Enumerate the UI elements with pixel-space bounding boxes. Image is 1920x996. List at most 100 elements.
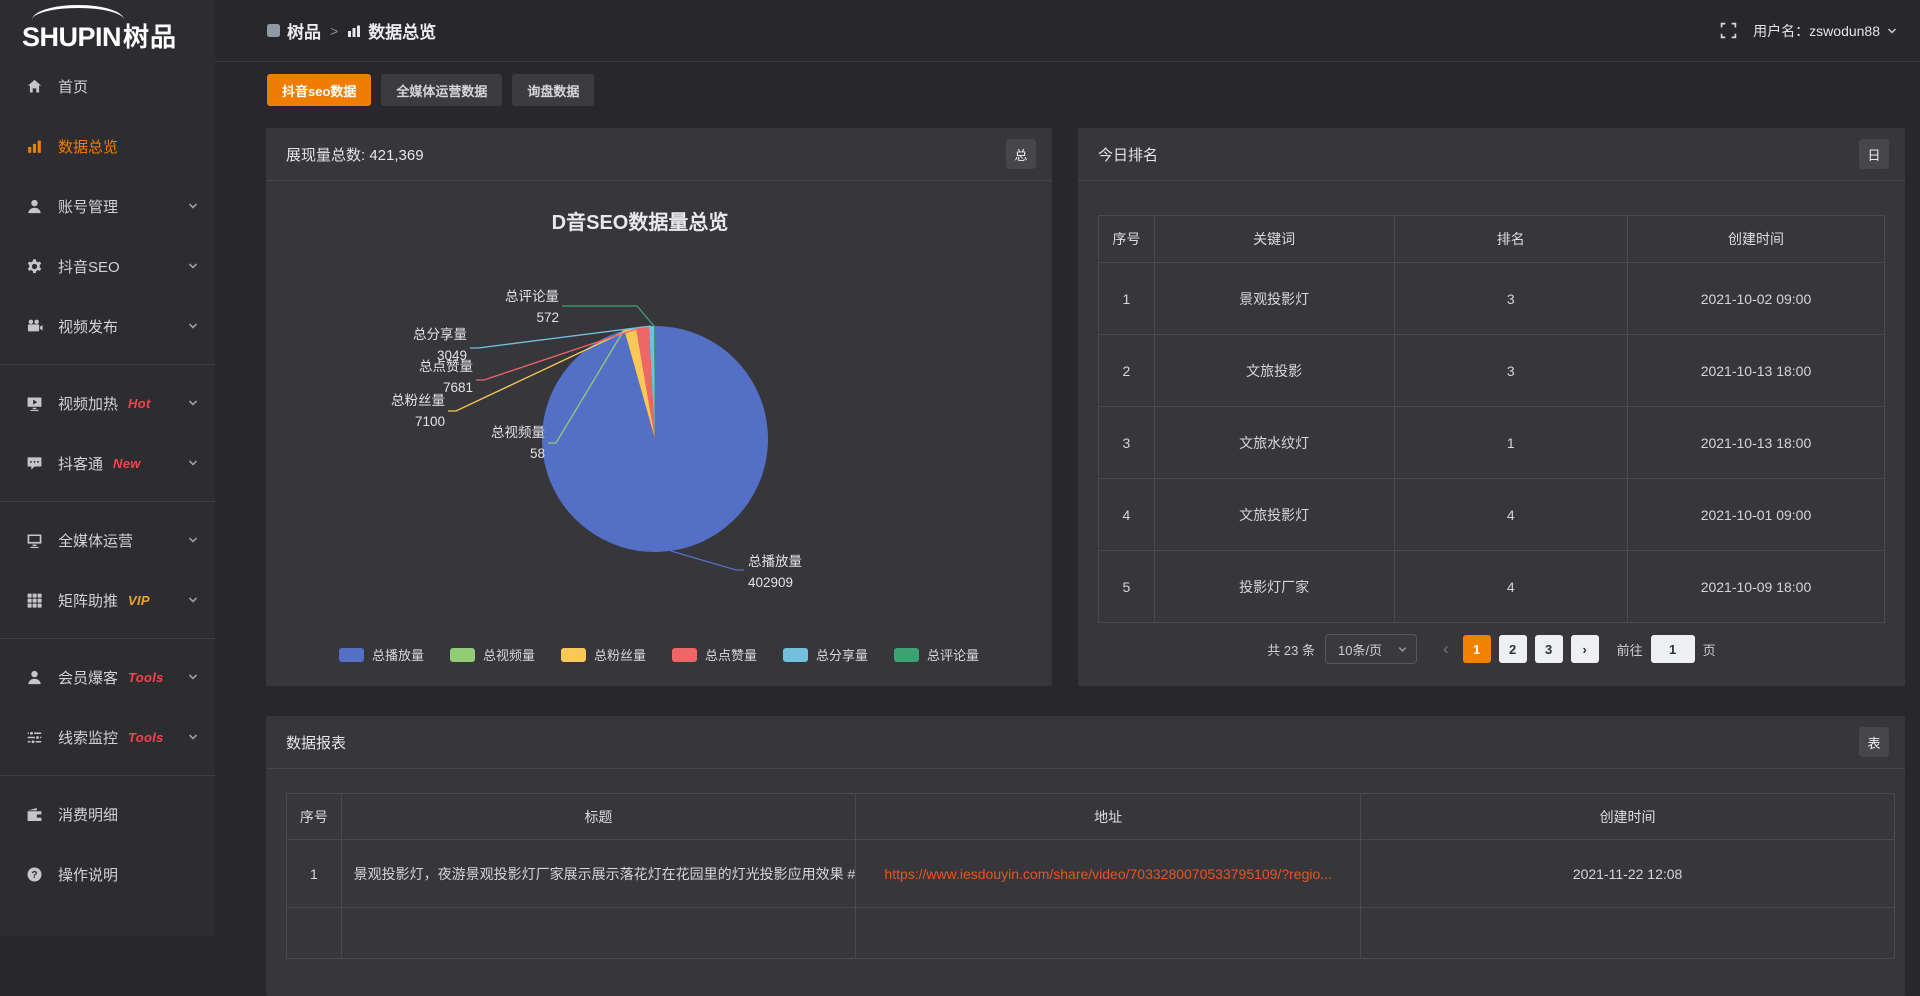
legend-label: 总播放量: [372, 645, 424, 664]
panel-data-report: 数据报表 表 序号标题地址创建时间 1景观投影灯，夜游景观投影灯厂家展示展示落花…: [266, 716, 1905, 996]
legend-swatch: [672, 648, 697, 662]
table-cell: 文旅投影: [1154, 335, 1394, 407]
chevron-down-icon: [187, 534, 199, 546]
pie-label-line: [671, 551, 744, 570]
sidebar-item-operation-guide[interactable]: ?操作说明: [0, 844, 215, 904]
sidebar-item-video-publish[interactable]: 视频发布: [0, 296, 215, 356]
chart-label: 总粉丝量: [391, 393, 445, 408]
chart-label: 572: [536, 310, 559, 325]
table-cell: 景观投影灯: [1154, 263, 1394, 335]
chart-label: 3049: [437, 348, 467, 363]
svg-text:?: ?: [31, 869, 37, 880]
table-row: 3文旅水纹灯12021-10-13 18:00: [1099, 407, 1885, 479]
table-row: 1景观投影灯，夜游景观投影灯厂家展示展示落花灯在花园里的灯光投影应用效果 #ht…: [287, 840, 1895, 908]
breadcrumb-root-label: 树品: [287, 18, 321, 43]
legend-item-总视频量[interactable]: 总视频量: [450, 645, 535, 664]
legend-item-总分享量[interactable]: 总分享量: [783, 645, 868, 664]
next-page-button[interactable]: ›: [1571, 635, 1599, 663]
logo-text-en: SHUPIN: [22, 22, 121, 52]
report-index-cell: 1: [287, 840, 342, 908]
ranking-title: 今日排名: [1098, 144, 1158, 165]
sidebar-item-account-management[interactable]: 账号管理: [0, 176, 215, 236]
sidebar-item-label: 线索监控: [58, 727, 118, 748]
page-button-1[interactable]: 1: [1463, 635, 1491, 663]
tab-omnimedia-data[interactable]: 全媒体运营数据: [381, 74, 502, 106]
table-badge-button[interactable]: 表: [1859, 727, 1889, 757]
sidebar-item-badge: Tools: [128, 730, 164, 745]
sidebar-item-douketong[interactable]: 抖客通New: [0, 433, 215, 493]
legend-item-总粉丝量[interactable]: 总粉丝量: [561, 645, 646, 664]
sidebar-item-badge: Tools: [128, 670, 164, 685]
legend-item-总点赞量[interactable]: 总点赞量: [672, 645, 757, 664]
report-column-header: 地址: [856, 794, 1361, 840]
legend-item-总评论量[interactable]: 总评论量: [894, 645, 979, 664]
sidebar-item-member-baoke[interactable]: 会员爆客Tools: [0, 647, 215, 707]
page-button-3[interactable]: 3: [1535, 635, 1563, 663]
goto-suffix: 页: [1703, 640, 1716, 659]
data-tabs: 抖音seo数据全媒体运营数据询盘数据: [267, 74, 594, 106]
legend-item-总播放量[interactable]: 总播放量: [339, 645, 424, 664]
user-label: 用户名：zswodun88: [1753, 21, 1880, 41]
breadcrumb-root[interactable]: 树品: [267, 18, 321, 43]
day-badge-button[interactable]: 日: [1859, 139, 1889, 169]
breadcrumb-current-label: 数据总览: [368, 18, 436, 43]
pagination: 共 23 条 10条/页 ‹ 123 › 前往 1 页: [1078, 634, 1905, 664]
report-url-link[interactable]: https://www.iesdouyin.com/share/video/70…: [884, 866, 1332, 882]
breadcrumb-current[interactable]: 数据总览: [347, 18, 436, 43]
table-row: 1景观投影灯32021-10-02 09:00: [1099, 263, 1885, 335]
chart-label: 7681: [443, 380, 473, 395]
fullscreen-icon[interactable]: [1720, 22, 1737, 39]
sidebar-item-video-heating[interactable]: 视频加热Hot: [0, 373, 215, 433]
chart-label: 总评论量: [505, 289, 559, 304]
chevron-down-icon: [1886, 25, 1898, 37]
sidebar-menu: 首页数据总览账号管理抖音SEO视频发布视频加热Hot抖客通New 全媒体运营矩阵助…: [0, 56, 215, 904]
sidebar-item-badge: Hot: [128, 396, 151, 411]
sidebar-item-clue-monitor[interactable]: 线索监控 Tools: [0, 707, 215, 767]
tab-douyin-seo-data[interactable]: 抖音seo数据: [267, 74, 371, 106]
sidebar-item-douyin-seo[interactable]: 抖音SEO: [0, 236, 215, 296]
report-column-header: 序号: [287, 794, 342, 840]
goto-page-input[interactable]: 1: [1651, 635, 1695, 663]
ranking-table-header-row: 序号关键词排名创建时间: [1099, 216, 1885, 263]
bar-chart-icon: [26, 138, 44, 155]
page-button-2[interactable]: 2: [1499, 635, 1527, 663]
ranking-panel-header: 今日排名 日: [1078, 128, 1905, 181]
chart-label: 总分享量: [413, 326, 467, 342]
table-cell: 1: [1394, 407, 1627, 479]
legend-swatch: [894, 648, 919, 662]
table-row: 4文旅投影灯42021-10-01 09:00: [1099, 479, 1885, 551]
goto-label: 前往: [1617, 640, 1643, 659]
bar-chart-icon: [347, 24, 361, 38]
sidebar-item-consumption-detail[interactable]: 消费明细: [0, 784, 215, 844]
sidebar: SHUPIN树品 首页数据总览账号管理抖音SEO视频发布视频加热Hot抖客通Ne…: [0, 0, 215, 936]
total-badge-button[interactable]: 总: [1006, 139, 1036, 169]
chart-label: 7100: [415, 414, 445, 429]
chevron-down-icon: [187, 594, 199, 606]
chevron-down-icon: [187, 397, 199, 409]
sidebar-item-data-overview[interactable]: 数据总览: [0, 116, 215, 176]
ranking-column-header: 排名: [1394, 216, 1627, 263]
chart-label: 58: [530, 446, 545, 461]
table-cell: 2: [1099, 335, 1155, 407]
sidebar-item-omni-media[interactable]: 全媒体运营: [0, 510, 215, 570]
app-logo[interactable]: SHUPIN树品: [0, 0, 215, 62]
logo-text: SHUPIN树品: [22, 17, 177, 54]
panel-impressions-chart: 展现量总数: 421,369 总 D音SEO数据量总览总播放量402909总视频…: [266, 128, 1052, 686]
legend-swatch: [783, 648, 808, 662]
sidebar-item-label: 账号管理: [58, 196, 118, 217]
panel-today-ranking: 今日排名 日 序号关键词排名创建时间 1景观投影灯32021-10-02 09:…: [1078, 128, 1905, 686]
chart-body: D音SEO数据量总览总播放量402909总视频量58总粉丝量7100总点赞量76…: [266, 181, 1052, 686]
gear-icon: [26, 258, 44, 275]
table-cell: 文旅投影灯: [1154, 479, 1394, 551]
chart-label: 总播放量: [748, 554, 802, 569]
tab-inquiry-data[interactable]: 询盘数据: [512, 74, 594, 106]
table-row: 5投影灯厂家42021-10-09 18:00: [1099, 551, 1885, 623]
sidebar-item-badge: New: [113, 456, 141, 471]
sidebar-item-home[interactable]: 首页: [0, 56, 215, 116]
chart-panel-header: 展现量总数: 421,369 总: [266, 128, 1052, 181]
page-size-select[interactable]: 10条/页: [1325, 634, 1417, 664]
prev-page-button[interactable]: ‹: [1433, 639, 1459, 659]
legend-label: 总评论量: [927, 645, 979, 664]
sidebar-item-matrix-boost[interactable]: 矩阵助推VIP: [0, 570, 215, 630]
user-menu[interactable]: 用户名：zswodun88: [1753, 21, 1898, 41]
